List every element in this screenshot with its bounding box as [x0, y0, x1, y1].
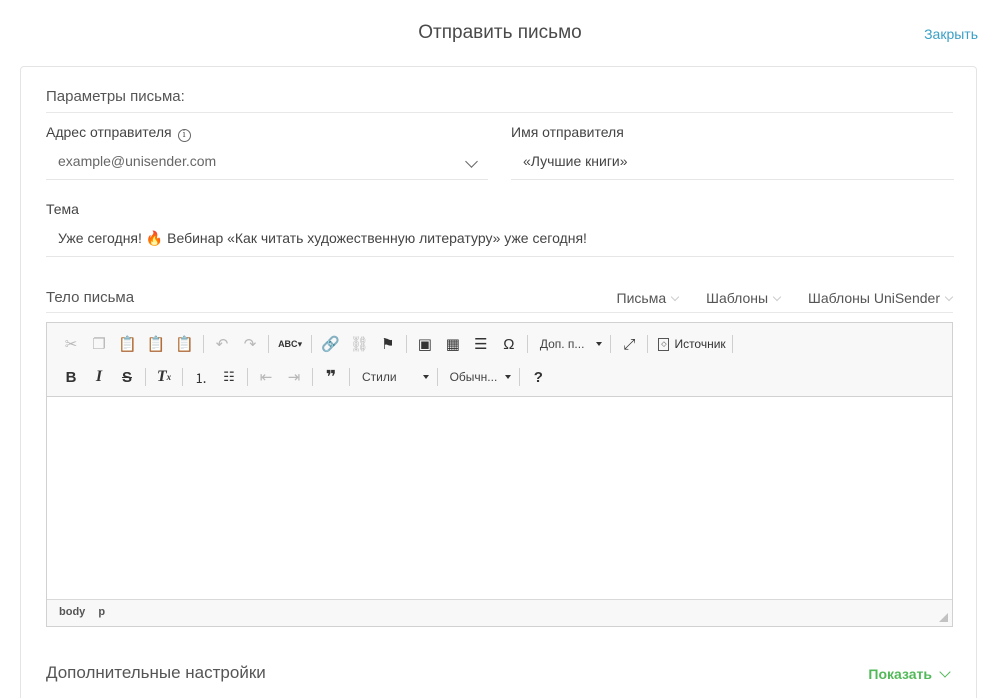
toolbar-separator [526, 335, 528, 353]
toolbar-separator [203, 335, 205, 353]
undo-icon[interactable]: ↶ [210, 332, 234, 356]
section-title: Параметры письма: [46, 88, 185, 105]
subject-field[interactable]: Уже сегодня! 🔥 Вебинар «Как читать худож… [46, 223, 954, 257]
toolbar-separator [610, 335, 612, 353]
toolbar-row-2: B I S Tx ⒈ ☷ ⇤ ⇥ ❞ Стили Обычн... ? [59, 364, 554, 390]
caret-down-icon [505, 375, 512, 379]
toolbar-separator [405, 335, 407, 353]
toolbar-separator [247, 368, 248, 386]
help-icon[interactable]: ? [526, 365, 550, 389]
sender-name-label: Имя отправителя [511, 124, 624, 140]
source-icon: ◇ [658, 337, 670, 351]
info-icon[interactable]: i [177, 129, 191, 142]
sender-address-select[interactable]: example@unisender.com [46, 146, 488, 180]
cut-icon[interactable]: ✂ [59, 332, 83, 356]
blockquote-icon[interactable]: ❞ [319, 365, 343, 389]
paste-word-icon[interactable]: 📋 [172, 332, 197, 356]
tab-templates[interactable]: Шаблоны [706, 290, 780, 306]
strikethrough-icon[interactable]: S [115, 365, 139, 389]
caret-down-icon [596, 342, 603, 346]
styles-combo[interactable]: Стили [356, 366, 435, 388]
caret-down-icon [422, 375, 429, 379]
more-combo-label: Доп. п... [539, 337, 585, 351]
image-icon[interactable]: ▣ [413, 332, 437, 356]
maximize-icon[interactable]: ⤢ [617, 332, 641, 356]
toolbar-separator [731, 335, 733, 353]
bold-icon[interactable]: B [59, 365, 83, 389]
spellcheck-label: ABC [278, 339, 298, 349]
rich-text-editor: ✂ ❐ 📋 📋 📋 ↶ ↷ ABC ▾ 🔗 ⛓ ⚑ ▣ ▦ ☰ Ω Доп. п… [46, 322, 953, 627]
horizontal-line-icon[interactable]: ☰ [469, 332, 493, 356]
editor-content-area[interactable] [47, 398, 952, 600]
source-label: Источник [674, 337, 726, 351]
editor-toolbar: ✂ ❐ 📋 📋 📋 ↶ ↷ ABC ▾ 🔗 ⛓ ⚑ ▣ ▦ ☰ Ω Доп. п… [47, 323, 952, 397]
sender-name-value: «Лучшие книги» [523, 153, 628, 169]
path-element-p[interactable]: p [98, 606, 105, 618]
styles-combo-label: Стили [362, 370, 397, 384]
toolbar-separator [519, 368, 521, 386]
sender-address-value: example@unisender.com [58, 153, 217, 169]
path-element-body[interactable]: body [59, 606, 85, 618]
divider [46, 312, 953, 313]
toolbar-separator [647, 335, 649, 353]
more-combo[interactable]: Доп. п... [534, 333, 609, 355]
extra-settings-title: Дополнительные настройки [46, 663, 266, 682]
indent-icon[interactable]: ⇥ [282, 365, 306, 389]
resize-handle[interactable] [939, 613, 948, 622]
spellcheck-icon[interactable]: ABC ▾ [275, 332, 305, 356]
chevron-down-icon [939, 666, 951, 678]
page-title: Отправить письмо [418, 22, 582, 43]
outdent-icon[interactable]: ⇤ [254, 365, 278, 389]
show-label: Показать [868, 666, 932, 682]
bulleted-list-icon[interactable]: ☷ [217, 365, 241, 389]
tab-unisender-templates[interactable]: Шаблоны UniSender [808, 290, 952, 306]
format-combo-label: Обычн... [449, 370, 498, 384]
chevron-down-icon [465, 155, 478, 168]
numbered-list-icon[interactable]: ⒈ [189, 365, 213, 389]
special-char-icon[interactable]: Ω [497, 332, 521, 356]
toolbar-row-1: ✂ ❐ 📋 📋 📋 ↶ ↷ ABC ▾ 🔗 ⛓ ⚑ ▣ ▦ ☰ Ω Доп. п… [59, 331, 739, 357]
redo-icon[interactable]: ↷ [238, 332, 262, 356]
tab-letters[interactable]: Письма [617, 290, 679, 306]
link-icon[interactable]: 🔗 [318, 332, 343, 356]
toolbar-separator [182, 368, 183, 386]
toolbar-separator [349, 368, 350, 386]
toolbar-separator [311, 335, 313, 353]
show-extra-settings-link[interactable]: Показать [868, 666, 951, 682]
remove-format-icon[interactable]: Tx [152, 365, 176, 389]
sender-address-label: Адрес отправителя i [46, 124, 191, 142]
toolbar-separator [436, 368, 438, 386]
subject-value: Уже сегодня! 🔥 Вебинар «Как читать худож… [58, 230, 587, 246]
paste-icon[interactable]: 📋 [115, 332, 140, 356]
copy-icon[interactable]: ❐ [87, 332, 111, 356]
divider [46, 112, 953, 113]
subject-label: Тема [46, 201, 79, 217]
close-link[interactable]: Закрыть [924, 26, 978, 42]
toolbar-separator [145, 368, 146, 386]
help-label: ? [533, 368, 543, 386]
body-label: Тело письма [46, 289, 135, 306]
editor-statusbar: body p [47, 599, 952, 626]
sender-address-label-text: Адрес отправителя [46, 124, 172, 140]
source-button[interactable]: ◇ Источник [654, 337, 729, 351]
send-letter-card: Параметры письма: Адрес отправителя i exa… [20, 66, 977, 698]
sender-name-field[interactable]: «Лучшие книги» [511, 146, 954, 180]
anchor-flag-icon[interactable]: ⚑ [376, 332, 400, 356]
unlink-icon[interactable]: ⛓ [347, 332, 372, 356]
format-combo[interactable]: Обычн... [444, 366, 518, 388]
paste-text-icon[interactable]: 📋 [144, 332, 169, 356]
toolbar-separator [312, 368, 313, 386]
italic-icon[interactable]: I [87, 365, 111, 389]
body-tabs: Письма Шаблоны Шаблоны UniSender [617, 290, 952, 306]
table-icon[interactable]: ▦ [441, 332, 465, 356]
toolbar-separator [268, 335, 270, 353]
